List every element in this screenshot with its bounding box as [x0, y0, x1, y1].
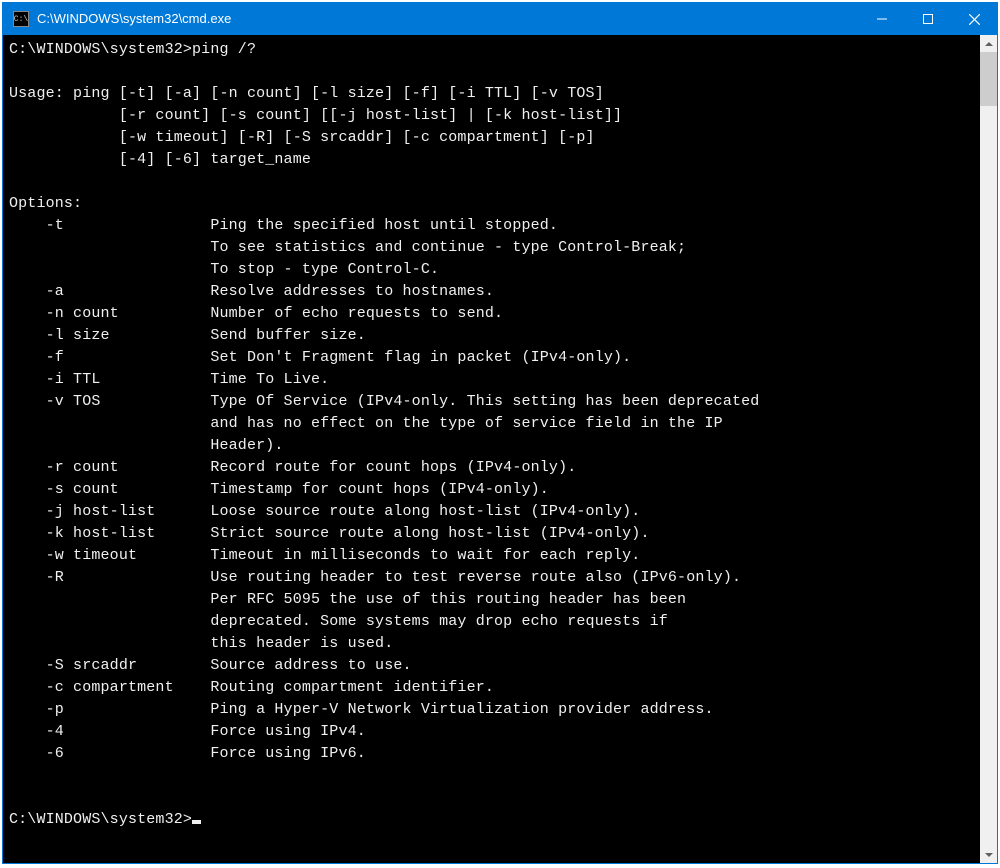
close-icon	[969, 14, 980, 25]
close-button[interactable]	[951, 3, 997, 35]
maximize-button[interactable]	[905, 3, 951, 35]
titlebar[interactable]: C:\ C:\WINDOWS\system32\cmd.exe	[3, 3, 997, 35]
minimize-button[interactable]	[859, 3, 905, 35]
cmd-window: C:\ C:\WINDOWS\system32\cmd.exe C:\WINDO…	[2, 2, 998, 864]
content-area: C:\WINDOWS\system32>ping /? Usage: ping …	[3, 35, 997, 863]
minimize-icon	[877, 14, 887, 24]
prompt: C:\WINDOWS\system32>	[9, 811, 192, 828]
window-controls	[859, 3, 997, 35]
scroll-thumb[interactable]	[980, 52, 997, 106]
maximize-icon	[923, 14, 933, 24]
scroll-up-button[interactable]	[980, 35, 997, 52]
app-icon: C:\	[13, 11, 29, 27]
terminal-output[interactable]: C:\WINDOWS\system32>ping /? Usage: ping …	[3, 35, 980, 863]
cursor	[192, 820, 201, 824]
scroll-down-button[interactable]	[980, 846, 997, 863]
scrollbar[interactable]	[980, 35, 997, 863]
window-title: C:\WINDOWS\system32\cmd.exe	[37, 11, 859, 27]
